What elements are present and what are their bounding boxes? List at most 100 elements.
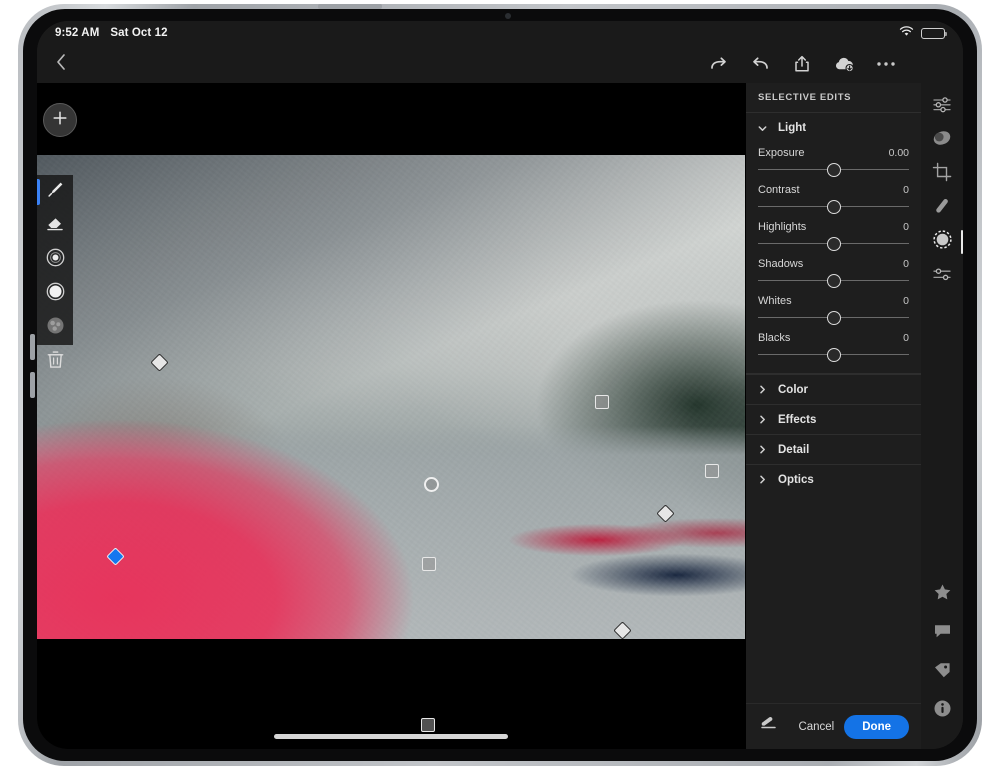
power-button[interactable] xyxy=(318,4,382,9)
slider-exposure-track[interactable] xyxy=(758,161,909,179)
tablet-frame: 9:52 AM Sat Oct 12 SELECTIVE EDITS Light… xyxy=(18,4,982,766)
section-header-effects[interactable]: Effects xyxy=(746,404,921,434)
brush-size-tool[interactable] xyxy=(37,243,73,277)
undo-button[interactable] xyxy=(747,51,773,77)
redo-button[interactable] xyxy=(705,51,731,77)
slider-exposure-value: 0.00 xyxy=(888,147,909,159)
slider-shadows-knob[interactable] xyxy=(826,274,841,288)
slider-shadows-label: Shadows xyxy=(758,258,804,270)
slider-contrast-top: Contrast 0 xyxy=(758,184,909,196)
presets-icon xyxy=(932,265,953,288)
slider-shadows-value: 0 xyxy=(903,258,909,270)
slider-whites-knob[interactable] xyxy=(826,311,841,325)
healing-brush-icon xyxy=(932,196,952,221)
cancel-button[interactable]: Cancel xyxy=(798,721,834,733)
brush-flow-icon xyxy=(45,315,66,341)
volume-down-button[interactable] xyxy=(30,372,35,398)
light-section: Light Exposure 0.00 Contrast 0 Highlight… xyxy=(746,113,921,374)
slider-contrast-track[interactable] xyxy=(758,198,909,216)
photo-texture xyxy=(37,155,745,639)
photo-viewport xyxy=(37,155,745,639)
tablet-bezel: 9:52 AM Sat Oct 12 SELECTIVE EDITS Light… xyxy=(23,9,977,761)
rail-info[interactable] xyxy=(925,696,959,726)
brush-icon xyxy=(46,180,65,204)
slider-shadows-track[interactable] xyxy=(758,272,909,290)
slider-blacks-track[interactable] xyxy=(758,346,909,364)
rail-selective-edits[interactable] xyxy=(925,227,963,257)
section-label-optics: Optics xyxy=(778,473,814,486)
slider-shadows[interactable]: Shadows 0 xyxy=(746,254,921,291)
cloud-sync-button[interactable] xyxy=(831,51,857,77)
rail-healing[interactable] xyxy=(925,193,959,223)
section-header-light[interactable]: Light xyxy=(746,113,921,143)
masking-icon xyxy=(931,129,953,152)
slider-exposure-knob[interactable] xyxy=(826,163,841,177)
chevron-down-icon xyxy=(758,124,767,133)
rail-keyword[interactable] xyxy=(925,657,959,687)
rail-crop[interactable] xyxy=(925,159,959,189)
mask-handle-square-2[interactable] xyxy=(705,464,719,478)
more-options-button[interactable] xyxy=(873,51,899,77)
slider-exposure-label: Exposure xyxy=(758,147,805,159)
slider-whites-label: Whites xyxy=(758,295,792,307)
slider-highlights[interactable]: Highlights 0 xyxy=(746,217,921,254)
delete-mask-tool[interactable] xyxy=(37,345,73,379)
chevron-right-icon xyxy=(758,415,767,424)
slider-contrast-knob[interactable] xyxy=(826,200,841,214)
tablet-screen: 9:52 AM Sat Oct 12 SELECTIVE EDITS Light… xyxy=(37,21,963,749)
mask-handle-square-4[interactable] xyxy=(421,718,435,732)
volume-up-button[interactable] xyxy=(30,334,35,360)
eraser-tool[interactable] xyxy=(37,209,73,243)
brush-tool[interactable] xyxy=(37,175,73,209)
slider-blacks[interactable]: Blacks 0 xyxy=(746,328,921,365)
section-header-optics[interactable]: Optics xyxy=(746,464,921,494)
status-date: Sat Oct 12 xyxy=(110,27,168,39)
slider-whites[interactable]: Whites 0 xyxy=(746,291,921,328)
done-button[interactable]: Done xyxy=(844,714,909,739)
slider-shadows-top: Shadows 0 xyxy=(758,258,909,270)
tool-group-brush xyxy=(37,175,73,243)
status-time: 9:52 AM xyxy=(55,27,100,39)
back-button[interactable] xyxy=(37,45,85,83)
slider-blacks-knob[interactable] xyxy=(826,348,841,362)
section-header-detail[interactable]: Detail xyxy=(746,434,921,464)
photo-canvas[interactable] xyxy=(37,83,745,749)
slider-whites-value: 0 xyxy=(903,295,909,307)
chevron-left-icon xyxy=(55,53,67,76)
rail-presets[interactable] xyxy=(925,261,959,291)
reset-button[interactable] xyxy=(758,716,778,738)
slider-highlights-knob[interactable] xyxy=(826,237,841,251)
slider-whites-track[interactable] xyxy=(758,309,909,327)
rail-comment[interactable] xyxy=(925,618,959,648)
slider-contrast[interactable]: Contrast 0 xyxy=(746,180,921,217)
crop-icon xyxy=(932,162,952,187)
slider-blacks-label: Blacks xyxy=(758,332,791,344)
slider-blacks-value: 0 xyxy=(903,332,909,344)
brush-feather-icon xyxy=(45,281,66,307)
section-header-color[interactable]: Color xyxy=(746,374,921,404)
slider-contrast-label: Contrast xyxy=(758,184,800,196)
rail-rating[interactable] xyxy=(925,579,959,609)
panel-title: SELECTIVE EDITS xyxy=(746,83,921,113)
brush-size-icon xyxy=(45,247,66,273)
slider-highlights-track[interactable] xyxy=(758,235,909,253)
rail-masking[interactable] xyxy=(925,125,959,155)
brush-flow-tool[interactable] xyxy=(37,311,73,345)
share-button[interactable] xyxy=(789,51,815,77)
home-indicator[interactable] xyxy=(274,734,508,739)
edit-panel: SELECTIVE EDITS Light Exposure 0.00 Cont… xyxy=(745,83,921,749)
slider-exposure[interactable]: Exposure 0.00 xyxy=(746,143,921,180)
mask-handle-square-1[interactable] xyxy=(595,395,609,409)
front-camera xyxy=(505,13,511,19)
rail-edit[interactable] xyxy=(925,91,959,121)
brush-feather-tool[interactable] xyxy=(37,277,73,311)
tool-group-delete xyxy=(37,345,73,379)
add-mask-button[interactable] xyxy=(43,103,77,137)
workspace: SELECTIVE EDITS Light Exposure 0.00 Cont… xyxy=(37,83,963,749)
section-label-detail: Detail xyxy=(778,443,810,456)
mask-handle-circle-1[interactable] xyxy=(424,477,439,492)
status-bar-right xyxy=(899,26,948,40)
mask-handle-square-3[interactable] xyxy=(422,557,436,571)
section-label-color: Color xyxy=(778,383,809,396)
eraser-icon xyxy=(45,215,65,238)
